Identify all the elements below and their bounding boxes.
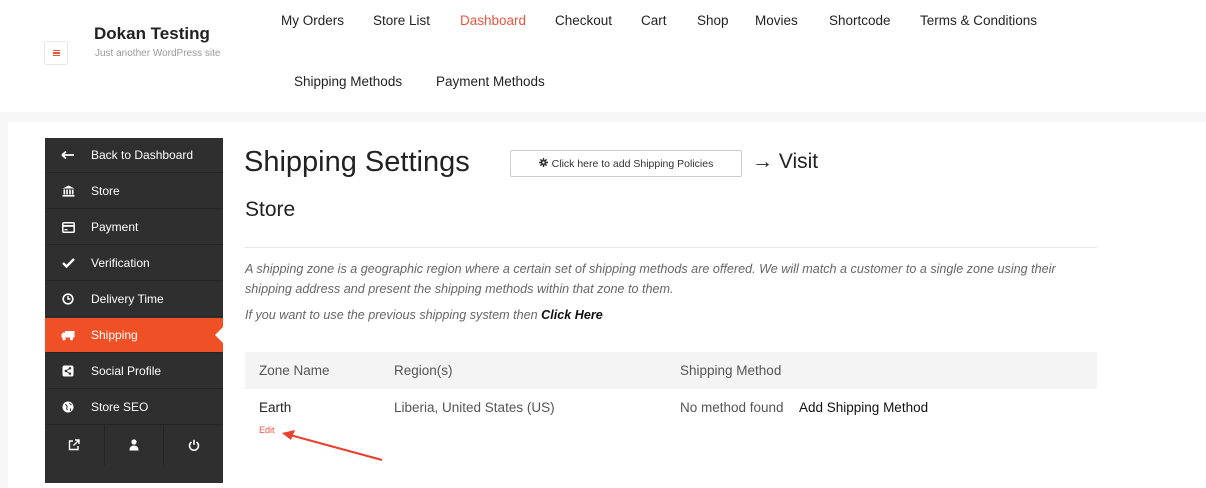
sidebar-item-label: Social Profile xyxy=(91,364,162,378)
zone-name: Earth xyxy=(259,400,292,415)
nav-cart[interactable]: Cart xyxy=(641,13,667,28)
sidebar-footer xyxy=(45,425,223,465)
site-title[interactable]: Dokan Testing xyxy=(94,24,210,44)
nav-my-orders[interactable]: My Orders xyxy=(281,13,344,28)
click-here-link[interactable]: Click Here xyxy=(541,308,603,322)
sidebar-item-back-to-dashboard[interactable]: Back to Dashboard xyxy=(45,138,223,173)
external-link-icon[interactable] xyxy=(45,425,105,465)
previous-system-note: If you want to use the previous shipping… xyxy=(245,308,603,322)
sidebar-item-label: Payment xyxy=(91,220,139,234)
sidebar-item-label: Shipping xyxy=(91,328,138,342)
nav-checkout[interactable]: Checkout xyxy=(555,13,612,28)
nav-payment-methods[interactable]: Payment Methods xyxy=(436,74,545,89)
sidebar-item-label: Back to Dashboard xyxy=(91,148,194,162)
arrow-left-icon xyxy=(45,150,91,160)
globe-icon xyxy=(45,401,91,413)
zone-regions: Liberia, United States (US) xyxy=(394,400,555,415)
sidebar-item-label: Delivery Time xyxy=(91,292,164,306)
shipping-zone-description: A shipping zone is a geographic region w… xyxy=(245,262,1056,296)
column-header-zone-name: Zone Name xyxy=(259,363,330,378)
store-heading: Store xyxy=(245,198,296,221)
divider xyxy=(245,247,1097,248)
sidebar-item-label: Store SEO xyxy=(91,400,149,414)
sidebar-item-label: Verification xyxy=(91,256,150,270)
policy-button-label: Click here to add Shipping Policies xyxy=(551,157,714,170)
shipping-method-status: No method found xyxy=(680,400,784,415)
sidebar-item-label: Store xyxy=(91,184,120,198)
dashboard-sidebar: Back to Dashboard Store Payment Verifica… xyxy=(45,138,224,483)
nav-shortcode[interactable]: Shortcode xyxy=(829,13,891,28)
previous-system-text: If you want to use the previous shipping… xyxy=(245,308,538,322)
nav-shipping-methods[interactable]: Shipping Methods xyxy=(294,74,402,89)
credit-card-icon xyxy=(45,221,91,233)
gear-icon xyxy=(538,157,548,170)
sidebar-item-store[interactable]: Store xyxy=(45,174,223,209)
nav-shop[interactable]: Shop xyxy=(697,13,729,28)
clock-icon xyxy=(45,293,91,305)
edit-zone-link[interactable]: Edit xyxy=(259,425,275,435)
nav-movies[interactable]: Movies xyxy=(755,13,798,28)
nav-dashboard[interactable]: Dashboard xyxy=(460,13,526,28)
visit-store-link[interactable]: → Visit xyxy=(752,150,818,174)
add-shipping-method-link[interactable]: Add Shipping Method xyxy=(799,400,928,415)
add-shipping-policies-button[interactable]: Click here to add Shipping Policies xyxy=(510,150,742,177)
hamburger-icon xyxy=(52,50,60,56)
truck-icon xyxy=(45,330,91,341)
page-title: Shipping Settings xyxy=(244,146,470,178)
user-icon[interactable] xyxy=(105,425,165,465)
check-icon xyxy=(45,258,91,268)
nav-terms-conditions[interactable]: Terms & Conditions xyxy=(920,13,1037,28)
sidebar-item-payment[interactable]: Payment xyxy=(45,210,223,245)
menu-toggle-button[interactable] xyxy=(44,41,68,65)
zones-table-header: Zone Name Region(s) Shipping Method xyxy=(245,352,1097,389)
sidebar-item-shipping[interactable]: Shipping xyxy=(45,318,224,353)
column-header-shipping-method: Shipping Method xyxy=(680,363,782,378)
sidebar-item-delivery-time[interactable]: Delivery Time xyxy=(45,282,223,317)
site-header: Dokan Testing Just another WordPress sit… xyxy=(0,0,1206,112)
column-header-regions: Region(s) xyxy=(394,363,453,378)
sidebar-item-verification[interactable]: Verification xyxy=(45,246,223,281)
power-icon[interactable] xyxy=(164,425,223,465)
sidebar-item-store-seo[interactable]: Store SEO xyxy=(45,390,223,425)
share-icon xyxy=(45,365,91,377)
nav-store-list[interactable]: Store List xyxy=(373,13,430,28)
bank-icon xyxy=(45,185,91,197)
site-description: Just another WordPress site xyxy=(95,48,221,59)
annotation-arrow-icon xyxy=(282,430,383,462)
sidebar-item-social-profile[interactable]: Social Profile xyxy=(45,354,223,389)
